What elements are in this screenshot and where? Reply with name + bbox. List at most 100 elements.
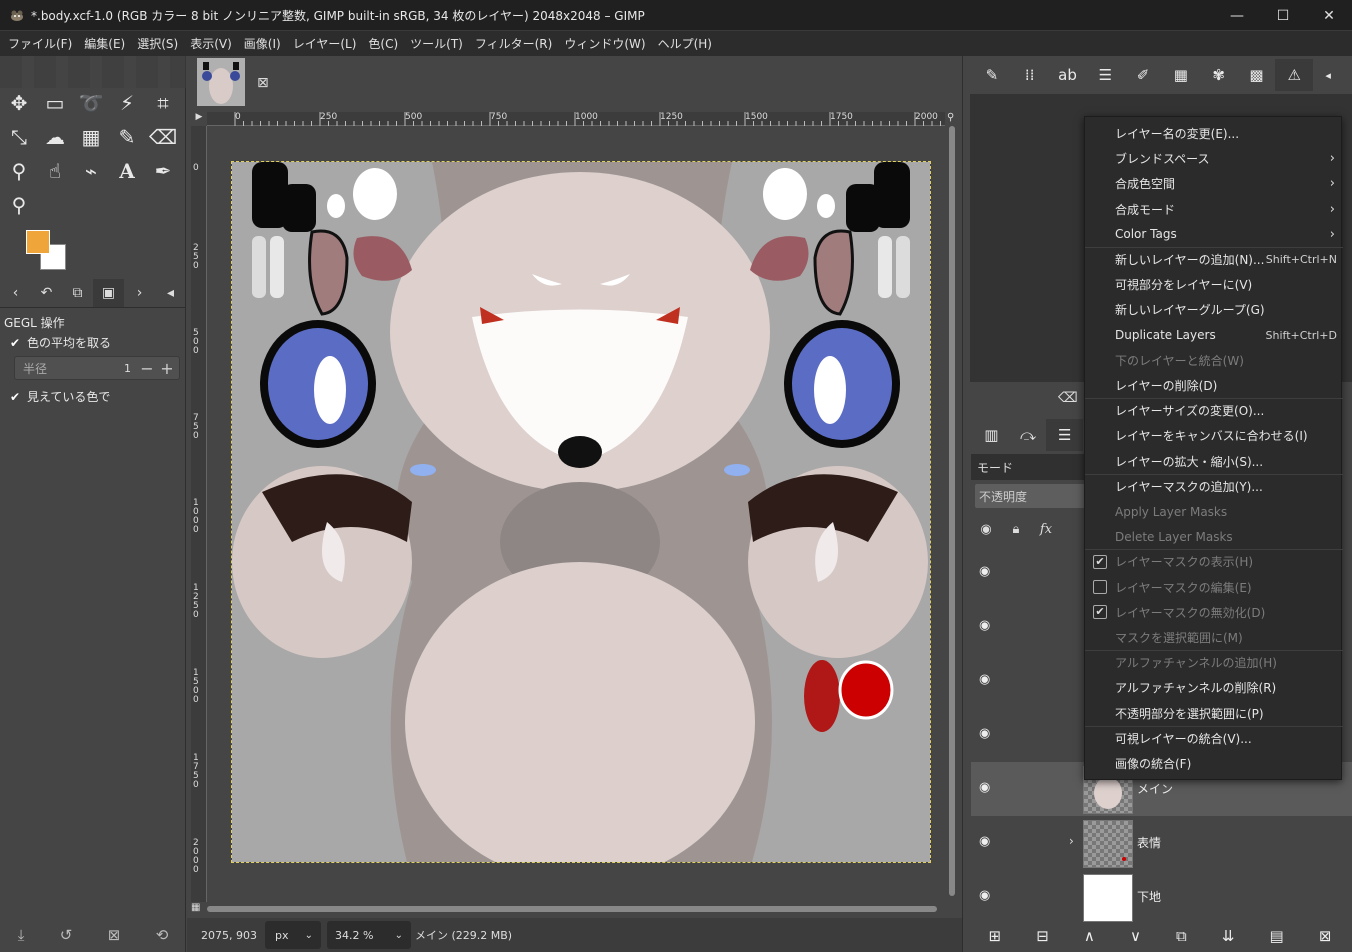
lower-layer-icon[interactable]: ∨ xyxy=(1130,927,1141,945)
menu-item[interactable]: レイヤーの拡大・縮小(S)... xyxy=(1085,449,1343,474)
delete-options-icon[interactable]: ⊠ xyxy=(108,926,121,944)
layer-mode-select[interactable]: モード xyxy=(971,454,1091,480)
menu-layer[interactable]: レイヤー(L) xyxy=(289,35,365,52)
canvas[interactable] xyxy=(207,126,945,902)
eye-icon[interactable]: ◉ xyxy=(979,618,990,633)
sample-average-checkbox[interactable]: ✔ 色の平均を取る xyxy=(10,334,111,351)
menu-windows[interactable]: ウィンドウ(W) xyxy=(560,35,653,52)
menu-item[interactable]: 可視部分をレイヤーに(V) xyxy=(1085,272,1343,297)
radius-value[interactable]: 1 xyxy=(124,362,131,375)
minimize-button[interactable]: — xyxy=(1214,0,1260,31)
smudge-tool-icon[interactable]: ☝ xyxy=(40,156,70,186)
channels-tab-icon[interactable]: ▥ xyxy=(973,419,1010,451)
menu-item[interactable]: 新しいレイヤーの追加(N)... Shift+Ctrl+N xyxy=(1085,247,1343,272)
text-tool-icon[interactable]: A xyxy=(112,156,142,186)
reset-options-icon[interactable]: ⟲ xyxy=(156,926,169,944)
horizontal-scrollbar[interactable] xyxy=(207,904,945,914)
merge-down-icon[interactable]: ⇊ xyxy=(1222,927,1235,945)
close-tab-icon[interactable]: ⊠ xyxy=(257,75,269,91)
uv-texture-image[interactable] xyxy=(231,161,931,863)
zoom-select[interactable]: 34.2 % ⌄ xyxy=(327,921,411,949)
menu-item[interactable]: レイヤー名の変更(E)... xyxy=(1085,121,1343,146)
menu-select[interactable]: 選択(S) xyxy=(133,35,186,52)
add-mask-icon[interactable]: ▤ xyxy=(1270,927,1284,945)
eye-icon[interactable]: ◉ xyxy=(979,564,990,579)
new-layer-icon[interactable]: ⊞ xyxy=(989,927,1002,945)
raise-layer-icon[interactable]: ∧ xyxy=(1084,927,1095,945)
tool-presets-tab-icon[interactable]: ✾ xyxy=(1200,59,1238,91)
eye-icon[interactable]: ◉ xyxy=(979,834,990,849)
menu-item[interactable]: ブレンドスペース › xyxy=(1085,146,1343,171)
increment-icon[interactable]: + xyxy=(157,357,177,379)
decrement-icon[interactable]: − xyxy=(137,357,157,379)
quick-mask-corner-icon[interactable]: ▶ xyxy=(191,112,207,126)
horizontal-ruler[interactable]: 0 250 500 750 1000 1250 1500 1750 2000 xyxy=(207,112,945,126)
zoom-tool-icon[interactable]: ⚲ xyxy=(4,190,34,220)
paths-tab-icon[interactable]: ⤼ xyxy=(1010,419,1047,451)
radius-spinner[interactable]: 半径 1 − + xyxy=(14,356,180,380)
unit-select[interactable]: px ⌄ xyxy=(265,921,321,949)
menu-item[interactable]: レイヤーの削除(D) xyxy=(1085,373,1343,398)
paintbrush-tool-icon[interactable]: ✎ xyxy=(112,122,142,152)
menu-item[interactable]: 合成色空間 › xyxy=(1085,171,1343,196)
clear-errors-icon[interactable]: ⌫ xyxy=(1058,390,1078,406)
eye-icon[interactable]: ◉ xyxy=(979,888,990,903)
images-tab-icon[interactable]: ⧉ xyxy=(62,279,93,307)
menu-item[interactable]: 新しいレイヤーグループ(G) xyxy=(1085,297,1343,322)
menu-item[interactable]: アルファチャンネルの削除(R) xyxy=(1085,675,1343,700)
restore-options-icon[interactable]: ↺ xyxy=(60,926,73,944)
tab-prev-icon[interactable]: ‹ xyxy=(0,279,31,307)
brushes-tab-icon[interactable]: ✎ xyxy=(973,59,1011,91)
menu-view[interactable]: 表示(V) xyxy=(186,35,240,52)
eye-icon[interactable]: ◉ xyxy=(979,780,990,795)
duplicate-layer-icon[interactable]: ⧉ xyxy=(1176,927,1187,945)
move-tool-icon[interactable]: ✥ xyxy=(4,88,34,118)
palettes-tab-icon[interactable]: ▩ xyxy=(1238,59,1276,91)
rect-select-tool-icon[interactable]: ▭ xyxy=(40,88,70,118)
transform-tool-icon[interactable]: ⤡ xyxy=(4,122,34,152)
layers-tab-icon[interactable]: ☰ xyxy=(1046,419,1084,451)
menu-item[interactable]: レイヤーマスクの追加(Y)... xyxy=(1085,474,1343,499)
image-tab[interactable]: ⊠ xyxy=(197,58,279,108)
lock-header-icon[interactable]: 🔒︎ xyxy=(1001,522,1031,537)
maximize-button[interactable]: ☐ xyxy=(1260,0,1306,31)
visibility-header-icon[interactable]: ◉ xyxy=(971,522,1001,537)
fonts-tab-icon[interactable]: ab xyxy=(1049,59,1087,91)
layer-name[interactable]: 下地 xyxy=(1137,888,1161,905)
paint-dynamics-tab-icon[interactable]: ✐ xyxy=(1124,59,1162,91)
eye-icon[interactable]: ◉ xyxy=(979,726,990,741)
menu-item[interactable]: 画像の統合(F) xyxy=(1085,751,1343,776)
expand-group-icon[interactable]: › xyxy=(1069,834,1074,848)
menu-item[interactable]: レイヤーをキャンバスに合わせる(I) xyxy=(1085,423,1343,448)
opacity-slider[interactable]: 不透明度 xyxy=(975,484,1091,508)
menu-colors[interactable]: 色(C) xyxy=(364,35,406,52)
device-status-tab-icon[interactable]: ▣ xyxy=(93,278,124,307)
gradients-tab-icon[interactable]: ▦ xyxy=(1162,59,1200,91)
menu-item[interactable]: 不透明部分を選択範囲に(P) xyxy=(1085,701,1343,726)
scroll-thumb[interactable] xyxy=(949,126,955,896)
menu-item[interactable]: Duplicate Layers Shift+Ctrl+D xyxy=(1085,323,1343,348)
color-picker-tool-icon[interactable]: ✒ xyxy=(148,156,178,186)
free-select-tool-icon[interactable]: ➰ xyxy=(76,88,106,118)
layer-name[interactable]: 表情 xyxy=(1137,834,1161,851)
menu-help[interactable]: ヘルプ(H) xyxy=(654,35,720,52)
menu-image[interactable]: 画像(I) xyxy=(240,35,289,52)
layer-row[interactable]: ◉ › 表情 xyxy=(971,816,1352,870)
menu-item[interactable]: 可視レイヤーの統合(V)... xyxy=(1085,726,1343,751)
menu-filters[interactable]: フィルター(R) xyxy=(471,35,560,52)
layer-name[interactable]: メイン xyxy=(1137,780,1173,797)
undo-history-tab-icon[interactable]: ↶ xyxy=(31,279,62,307)
eraser-tool-icon[interactable]: ⌫ xyxy=(148,122,178,152)
error-console-tab-icon[interactable]: ⚠ xyxy=(1275,59,1314,91)
menu-tools[interactable]: ツール(T) xyxy=(406,35,471,52)
delete-layer-icon[interactable]: ⊠ xyxy=(1319,927,1332,945)
vertical-ruler[interactable]: 0 250 500 750 1000 1250 1500 1750 2000 xyxy=(191,126,207,902)
new-layer-group-icon[interactable]: ⊟ xyxy=(1036,927,1049,945)
fuzzy-select-tool-icon[interactable]: ⚡ xyxy=(112,88,142,118)
paths-tool-icon[interactable]: ⌁ xyxy=(76,156,106,186)
document-history-tab-icon[interactable]: ☰ xyxy=(1086,59,1124,91)
tab-next-icon[interactable]: › xyxy=(124,279,155,307)
clone-tool-icon[interactable]: ⚲ xyxy=(4,156,34,186)
close-button[interactable]: ✕ xyxy=(1306,0,1352,31)
warp-tool-icon[interactable]: ☁ xyxy=(40,122,70,152)
